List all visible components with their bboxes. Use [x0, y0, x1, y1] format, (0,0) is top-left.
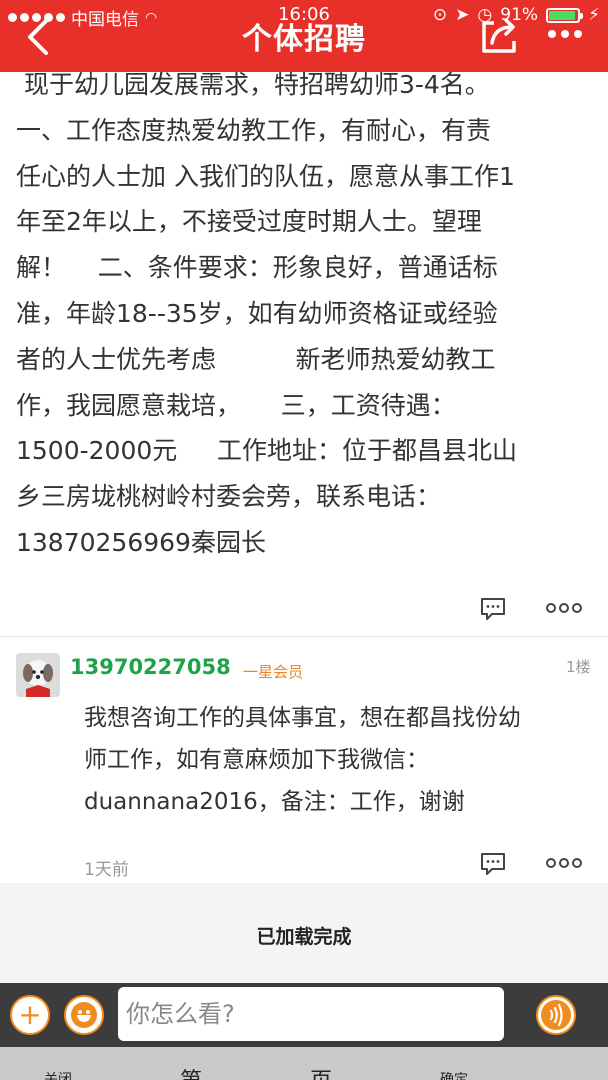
load-status-text: 已加载完成	[256, 926, 352, 948]
post-body: 现于幼儿园发展需求，特招聘幼师3-4名。 一、工作态度热爱幼教工作，有耐心，有责…	[16, 70, 518, 557]
page-jump-bar: 关闭 第 页 确定	[0, 1047, 608, 1080]
load-status-area: 已加载完成	[0, 883, 608, 983]
divider	[0, 636, 608, 637]
comment-more-icon[interactable]	[546, 858, 582, 868]
more-dots-icon[interactable]	[548, 30, 582, 38]
member-level-badge: 一星会员	[243, 663, 304, 681]
pager-di-label: 第	[180, 1063, 202, 1080]
emoji-icon[interactable]	[64, 995, 104, 1035]
comment-input-bar: +	[0, 983, 608, 1047]
pager-confirm-button[interactable]: 确定	[440, 1069, 468, 1080]
comment-username[interactable]: 13970227058	[70, 655, 231, 679]
plus-icon[interactable]: +	[10, 995, 50, 1035]
reply-comment-icon[interactable]	[480, 852, 506, 876]
post-comment-icon[interactable]	[480, 597, 506, 621]
share-icon[interactable]	[478, 15, 522, 55]
comment-input[interactable]	[118, 987, 504, 1041]
post-more-icon[interactable]	[546, 603, 582, 613]
floor-number: 1楼	[566, 658, 591, 676]
pager-ye-label: 页	[310, 1063, 332, 1080]
avatar[interactable]	[16, 653, 60, 697]
voice-icon[interactable]	[536, 995, 576, 1035]
comment-body: 我想咨询工作的具体事宜，想在都昌找份幼 师工作，如有意麻烦加下我微信： duan…	[84, 705, 521, 815]
pager-close-button[interactable]: 关闭	[44, 1069, 72, 1080]
comment-time: 1天前	[84, 860, 129, 880]
